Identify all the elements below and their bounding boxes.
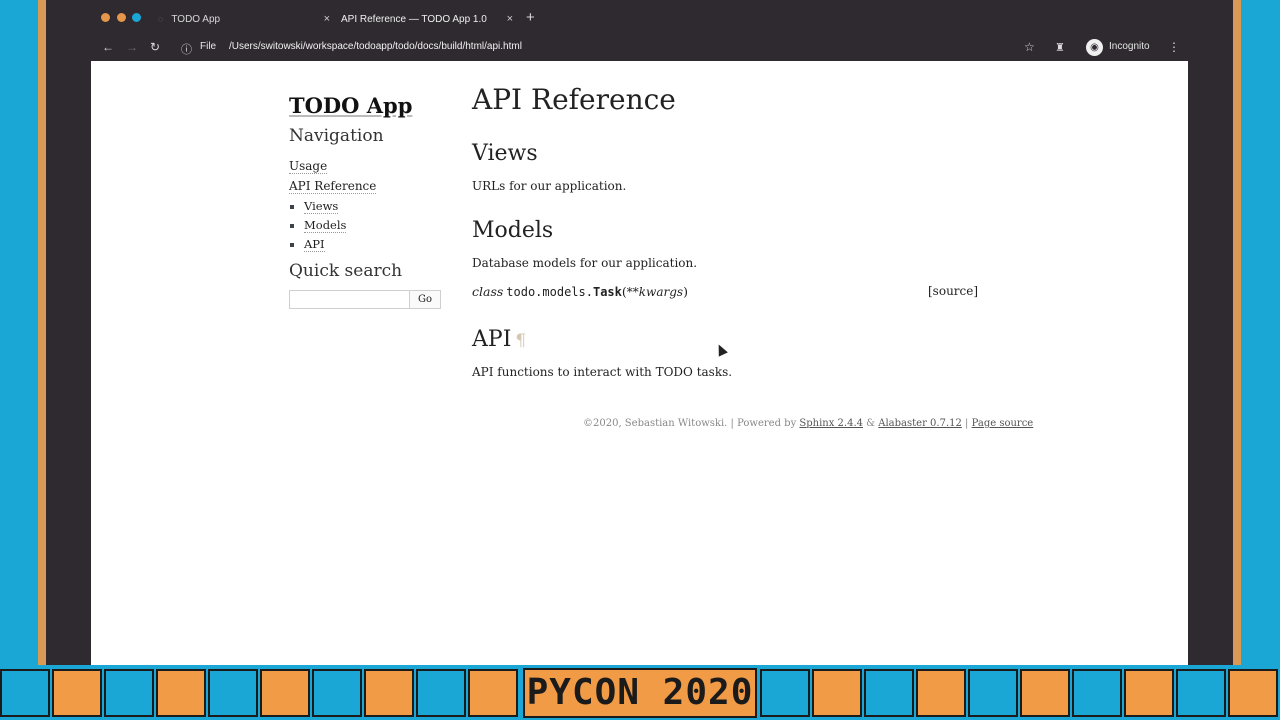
banner-tile: [156, 669, 206, 717]
window-close-button[interactable]: [101, 13, 110, 22]
star-icon[interactable]: ☆: [1024, 40, 1035, 54]
banner-tile: [208, 669, 258, 717]
banner-tile: [760, 669, 810, 717]
banner-tile: [968, 669, 1018, 717]
go-button[interactable]: Go: [410, 290, 441, 309]
banner-tile: [468, 669, 518, 717]
incognito-label: Incognito: [1109, 41, 1150, 52]
frame-stripe-right: [1233, 0, 1241, 665]
navigation-heading: Navigation: [289, 126, 384, 146]
sidebar-link-models[interactable]: Models: [304, 218, 347, 233]
sidebar: TODO App Navigation Usage API Reference …: [289, 93, 444, 309]
sidebar-subitem-models: Models: [304, 218, 444, 233]
class-keyword: class: [472, 284, 504, 299]
footer-copyright: ©2020, Sebastian Witowski.: [583, 418, 728, 429]
tab-close-icon[interactable]: ×: [507, 13, 513, 25]
quick-search-heading: Quick search: [289, 261, 403, 281]
sidebar-subnav: Views Models API: [304, 199, 444, 252]
sidebar-subitem-views: Views: [304, 199, 444, 214]
class-paren-close: ): [683, 284, 688, 299]
banner-tile: [364, 669, 414, 717]
class-args: **kwargs: [626, 285, 684, 299]
class-name: Task: [592, 285, 622, 299]
banner-tile: [104, 669, 154, 717]
section-heading-api: API ¶: [472, 327, 1002, 352]
section-heading-views: Views: [472, 141, 538, 166]
section-text-models: Database models for our application.: [472, 256, 698, 270]
banner-tile: [1124, 669, 1174, 717]
footer-powered: | Powered by: [727, 418, 800, 429]
sidebar-link-api-reference[interactable]: API Reference: [289, 179, 377, 194]
page-title: API Reference: [472, 83, 676, 116]
extension-icon[interactable]: ♜: [1055, 41, 1065, 54]
section-heading-api-text: API: [472, 327, 512, 352]
page-source-link[interactable]: Page source: [972, 418, 1034, 429]
loading-icon: ◌: [158, 14, 164, 24]
quick-search-form: Go: [289, 290, 441, 309]
sidebar-subitem-api: API: [304, 237, 444, 252]
section-text-views: URLs for our application.: [472, 179, 627, 193]
main-content: API Reference Views URLs for our applica…: [472, 83, 1002, 379]
sphinx-link[interactable]: Sphinx 2.4.4: [799, 418, 863, 429]
browser-toolbar: ← → ↻ ⓘ File /Users/switowski/workspace/…: [46, 36, 1233, 61]
sidebar-link-api[interactable]: API: [304, 237, 325, 252]
sidebar-nav: Usage API Reference Views Models API: [289, 159, 444, 252]
permalink-icon[interactable]: ¶: [515, 331, 526, 351]
new-tab-button[interactable]: +: [526, 9, 535, 26]
page-viewport: TODO App Navigation Usage API Reference …: [91, 61, 1188, 665]
banner-tile: [864, 669, 914, 717]
footer-amp: &: [863, 418, 879, 429]
banner-tile: [52, 669, 102, 717]
search-input[interactable]: [289, 290, 410, 309]
tab-todo-app[interactable]: ◌ TODO App ×: [158, 6, 330, 32]
sidebar-link-usage[interactable]: Usage: [289, 159, 328, 174]
banner-tile: [312, 669, 362, 717]
banner-tile: [260, 669, 310, 717]
pycon-2020-logo: PYCON 2020: [523, 668, 757, 718]
forward-arrow-icon[interactable]: →: [126, 40, 138, 54]
kebab-menu-icon[interactable]: ⋮: [1168, 40, 1180, 54]
banner-tile: [1228, 669, 1278, 717]
banner-tile: [0, 669, 50, 717]
section-text-api: API functions to interact with TODO task…: [472, 365, 733, 379]
source-link[interactable]: [source]: [928, 284, 978, 298]
sidebar-link-views[interactable]: Views: [304, 199, 339, 214]
browser-window: ◌ TODO App × API Reference — TODO App 1.…: [46, 0, 1233, 665]
banner-tile: [1020, 669, 1070, 717]
sidebar-item-api-reference: API Reference Views Models API: [289, 179, 444, 252]
incognito-icon[interactable]: ◉: [1086, 39, 1103, 56]
info-icon[interactable]: ⓘ: [181, 41, 192, 57]
banner-tile: [1072, 669, 1122, 717]
scheme-label: File: [200, 41, 217, 52]
tab-title: API Reference — TODO App 1.0: [341, 13, 487, 25]
banner-tile: [1176, 669, 1226, 717]
site-logo-link[interactable]: TODO App: [289, 93, 444, 118]
page-footer: ©2020, Sebastian Witowski. | Powered by …: [583, 418, 1033, 429]
tab-bar: ◌ TODO App × API Reference — TODO App 1.…: [46, 0, 1233, 36]
tab-close-icon[interactable]: ×: [324, 13, 330, 25]
footer-sep: |: [961, 418, 972, 429]
tab-title: TODO App: [171, 13, 221, 25]
alabaster-link[interactable]: Alabaster 0.7.12: [878, 418, 962, 429]
section-heading-models: Models: [472, 218, 554, 243]
class-signature: class todo.models.Task(**kwargs) [source]: [472, 284, 1002, 302]
banner-tile: [416, 669, 466, 717]
pycon-banner: PYCON 2020: [0, 665, 1280, 720]
banner-tile: [812, 669, 862, 717]
reload-icon[interactable]: ↻: [150, 40, 160, 54]
class-module: todo.models.: [506, 285, 593, 299]
class-path: todo.models.Task: [506, 285, 622, 299]
tab-api-reference[interactable]: API Reference — TODO App 1.0 ×: [341, 6, 513, 32]
window-maximize-button[interactable]: [132, 13, 141, 22]
banner-tile: [916, 669, 966, 717]
frame-stripe-left: [38, 0, 46, 665]
back-arrow-icon[interactable]: ←: [102, 40, 114, 54]
sidebar-item-usage: Usage: [289, 159, 444, 174]
window-minimize-button[interactable]: [117, 13, 126, 22]
address-bar[interactable]: /Users/switowski/workspace/todoapp/todo/…: [229, 41, 522, 52]
